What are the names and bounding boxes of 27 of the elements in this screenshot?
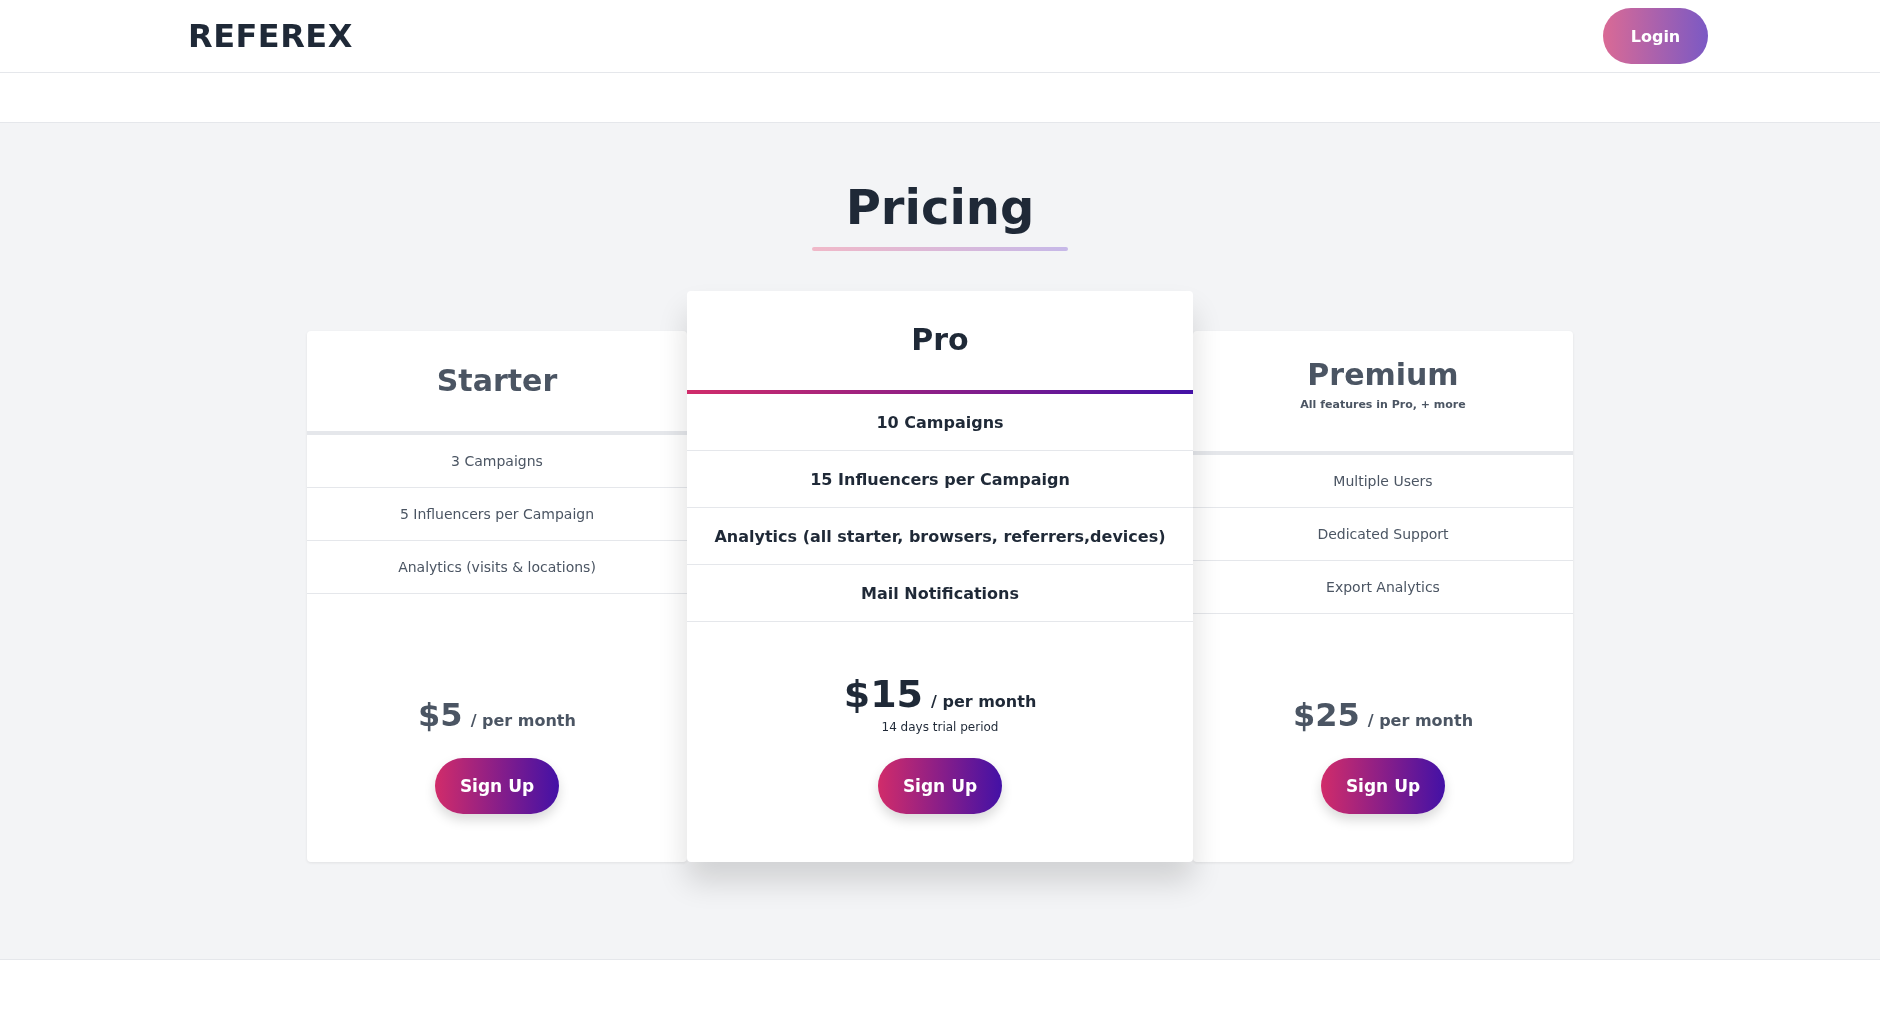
plan-subtitle: All features in Pro, + more [1300,398,1466,411]
plan-feature: 15 Influencers per Campaign [810,469,1070,489]
logo: REFEREX [188,17,353,55]
plan-feature: 5 Influencers per Campaign [399,506,595,522]
plan-feature: 3 Campaigns [451,453,543,469]
price-period: / per month [1367,711,1474,730]
plan-name: Premium [1307,357,1459,392]
pricing-title: Pricing [845,179,1035,235]
plan-feature: Analytics (all starter, browsers, referrers,devices) [714,526,1166,546]
sign-up-button[interactable]: Sign Up [878,758,1002,814]
sign-up-button[interactable]: Sign Up [1321,758,1445,814]
plan-name: Pro [911,322,969,357]
plan-feature: Export Analytics [1326,579,1440,595]
plan-feature: Dedicated Support [1317,526,1449,542]
plan-feature: Multiple Users [1333,473,1433,489]
trial-note: 14 days trial period [881,720,999,734]
price-period: / per month [470,711,576,730]
plan-feature: Analytics (visits & locations) [398,559,596,575]
plan-price: $25 [1292,696,1360,734]
login-button[interactable]: Login [1603,8,1708,64]
plan-price: $5 [418,696,463,734]
plan-feature: Mail Notifications [861,583,1019,603]
plan-price: $15 [843,672,923,716]
plan-name: Starter [436,362,558,398]
sign-up-button[interactable]: Sign Up [435,758,559,814]
price-period: / per month [931,692,1037,711]
plan-feature: 10 Campaigns [876,412,1004,432]
